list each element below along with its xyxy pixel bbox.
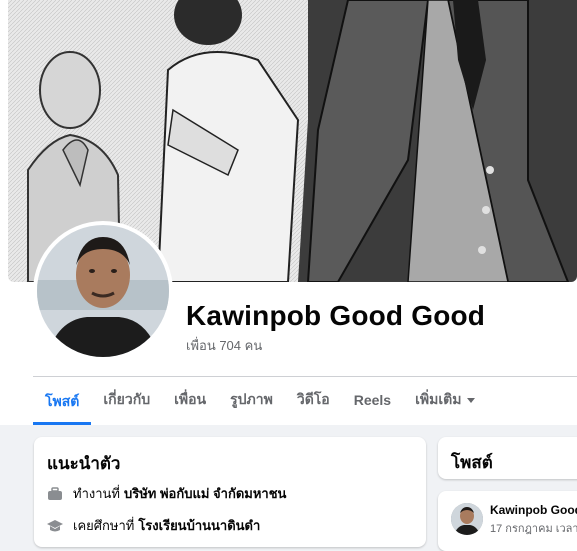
post-item[interactable]: Kawinpob Good 17 กรกฎาคม เวลา 1	[438, 491, 577, 551]
posts-title: โพสต์	[451, 453, 493, 472]
intro-school-prefix: เคยศึกษาที่	[73, 518, 135, 533]
post-author-avatar[interactable]	[451, 503, 483, 535]
intro-school-row: เคยศึกษาที่ โรงเรียนบ้านนาดินดำ	[47, 515, 260, 536]
graduation-cap-icon	[47, 519, 63, 531]
caret-down-icon	[467, 397, 476, 403]
briefcase-icon	[48, 486, 62, 500]
tab-reels[interactable]: Reels	[342, 378, 403, 422]
intro-card: แนะนำตัว ทำงานที่ บริษัท พ่อกับแม่ จำกัด…	[34, 437, 426, 547]
tab-more[interactable]: เพิ่มเติม	[403, 378, 487, 422]
intro-work-prefix: ทำงานที่	[73, 486, 120, 501]
tab-more-label: เพิ่มเติม	[415, 391, 462, 407]
post-author-name[interactable]: Kawinpob Good	[490, 503, 577, 517]
intro-title: แนะนำตัว	[47, 454, 121, 473]
intro-work-place[interactable]: บริษัท พ่อกับแม่ จำกัดมหาชน	[124, 483, 286, 504]
tab-posts[interactable]: โพสต์	[33, 378, 92, 425]
tab-videos[interactable]: วิดีโอ	[285, 378, 342, 422]
profile-name: Kawinpob Good Good	[186, 300, 486, 331]
post-timestamp[interactable]: 17 กรกฎาคม เวลา 1	[490, 519, 577, 537]
profile-avatar[interactable]	[33, 221, 173, 361]
intro-work-row: ทำงานที่ บริษัท พ่อกับแม่ จำกัดมหาชน	[47, 483, 286, 504]
header-divider	[33, 376, 577, 377]
friend-count[interactable]: เพื่อน 704 คน	[186, 335, 262, 356]
tab-friends[interactable]: เพื่อน	[162, 378, 218, 422]
tab-photos[interactable]: รูปภาพ	[218, 378, 285, 422]
tab-about[interactable]: เกี่ยวกับ	[91, 378, 162, 422]
posts-header-card: โพสต์	[438, 437, 577, 479]
intro-school-place[interactable]: โรงเรียนบ้านนาดินดำ	[138, 515, 260, 536]
profile-tabs: โพสต์ เกี่ยวกับ เพื่อน รูปภาพ วิดีโอ Ree…	[33, 378, 487, 426]
